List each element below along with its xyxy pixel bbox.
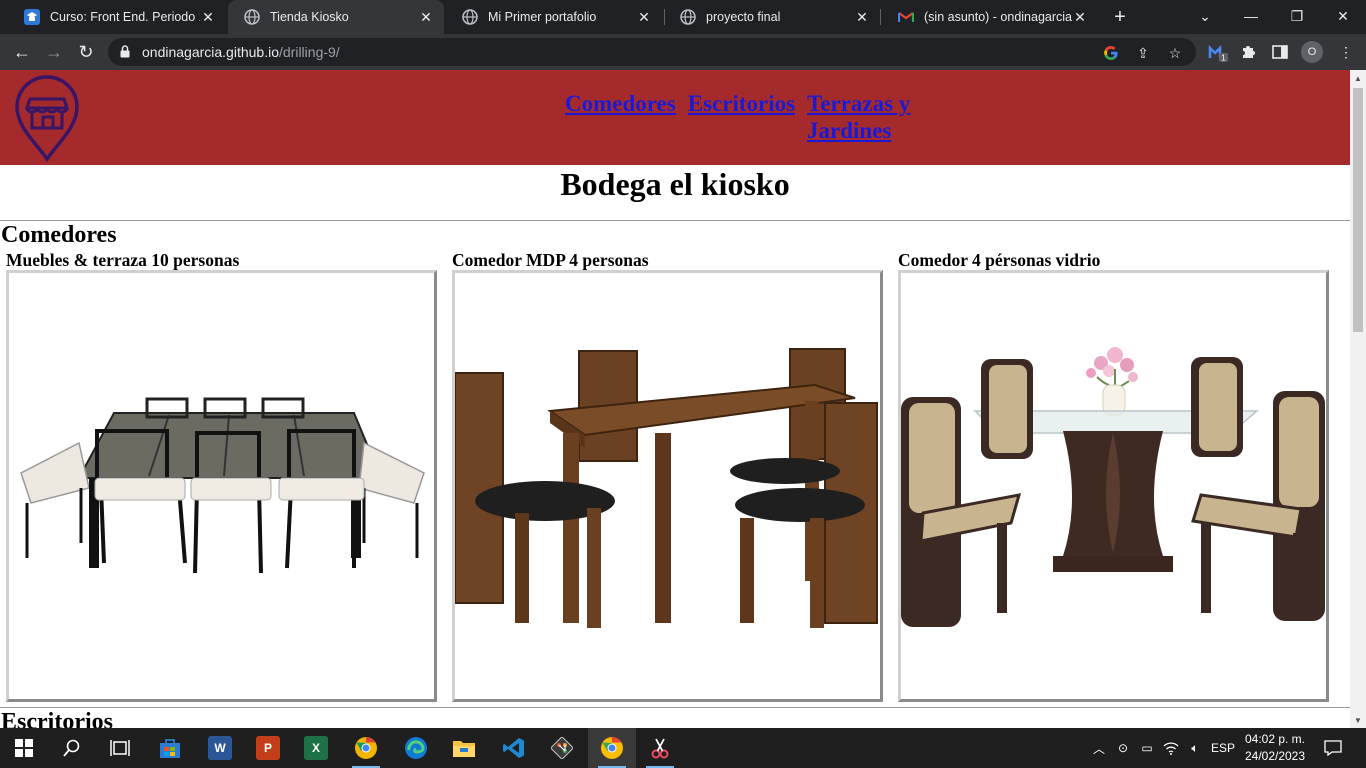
product-title: Comedor 4 pérsonas vidrio	[898, 250, 1101, 270]
reload-icon[interactable]: ↻	[72, 38, 100, 66]
restore-button[interactable]: ❐	[1274, 0, 1320, 32]
close-icon[interactable]: ✕	[636, 9, 652, 25]
globe-icon	[462, 9, 478, 25]
taskbar-clock[interactable]: 04:02 p. m. 24/02/2023	[1240, 731, 1310, 765]
profile-avatar[interactable]: O	[1301, 41, 1323, 63]
glass-dining-set-image	[901, 347, 1325, 627]
clock-time: 04:02 p. m.	[1244, 732, 1306, 746]
nav-link-line: Terrazas y	[807, 91, 911, 116]
minimize-button[interactable]: —	[1228, 0, 1274, 32]
wifi-icon[interactable]	[1160, 728, 1182, 768]
close-icon[interactable]: ✕	[854, 9, 870, 25]
volume-icon[interactable]: 🔈︎	[1184, 728, 1206, 768]
tab-portafolio[interactable]: Mi Primer portafolio ✕	[446, 0, 662, 34]
vscode-icon[interactable]	[490, 728, 538, 768]
back-arrow-icon[interactable]: ←	[8, 38, 36, 66]
lock-icon	[120, 45, 130, 58]
close-window-button[interactable]: ✕	[1320, 0, 1366, 32]
menu-kebab-icon[interactable]: ⋮	[1336, 42, 1356, 62]
product-title: Muebles & terraza 10 personas	[6, 250, 240, 270]
nav-link-line: Jardines	[807, 118, 892, 143]
meet-now-icon[interactable]: ⊙	[1112, 728, 1134, 768]
new-tab-button[interactable]: +	[1108, 5, 1132, 29]
microsoft-store-icon[interactable]	[146, 728, 194, 768]
show-hidden-icons-chevron-icon[interactable]: ︿	[1088, 728, 1110, 768]
git-icon[interactable]	[538, 728, 586, 768]
tab-course[interactable]: Curso: Front End. Periodo 1-2 ✕	[8, 0, 226, 34]
tab-gmail[interactable]: (sin asunto) - ondinagarcia78 ✕	[882, 0, 1098, 34]
powerpoint-icon[interactable]: P	[244, 728, 292, 768]
forward-arrow-icon[interactable]: →	[40, 38, 68, 66]
globe-icon	[244, 9, 260, 25]
gmail-icon	[898, 9, 914, 25]
extensions-puzzle-icon[interactable]	[1238, 42, 1258, 62]
windows-taskbar: W P X ︿ ⊙ ▭ 🔈︎ ESP 04:02 p. m. 24/02/202…	[0, 728, 1366, 768]
url-path: /drilling-9/	[279, 44, 340, 60]
scroll-up-arrow-icon[interactable]: ▲	[1350, 70, 1366, 86]
google-icon[interactable]	[1102, 44, 1120, 62]
tab-proyecto-final[interactable]: proyecto final ✕	[664, 0, 880, 34]
tab-title: proyecto final	[706, 10, 781, 24]
tab-title: Tienda Kiosko	[270, 10, 349, 24]
tab-search-icon[interactable]: ⌄	[1182, 0, 1228, 32]
divider	[0, 707, 1350, 708]
section-title-comedores: Comedores	[1, 222, 117, 248]
product-image-patio-dining-set[interactable]	[6, 270, 437, 702]
product-image-wood-dining-set[interactable]	[452, 270, 883, 702]
nav-link-terrazas-jardines[interactable]: Terrazas y Jardines	[807, 90, 925, 144]
snipping-tool-icon[interactable]	[636, 728, 684, 768]
section-title-escritorios: Escritorios	[1, 709, 113, 728]
store-location-logo-icon[interactable]	[14, 75, 80, 163]
word-icon[interactable]: W	[196, 728, 244, 768]
site-header: Comedores Escritorios Terrazas y Jardines	[0, 70, 1350, 165]
product-title: Comedor MDP 4 personas	[452, 250, 649, 270]
tab-title: Mi Primer portafolio	[488, 10, 597, 24]
main-nav: Comedores Escritorios Terrazas y Jardines	[565, 90, 925, 144]
side-panel-icon[interactable]	[1270, 42, 1290, 62]
share-icon[interactable]: ⇪	[1134, 44, 1152, 62]
browser-toolbar: ← → ↻ ondinagarcia.github.io/drilling-9/…	[0, 34, 1366, 70]
close-icon[interactable]: ✕	[418, 9, 434, 25]
bookmark-star-icon[interactable]: ☆	[1166, 44, 1184, 62]
close-icon[interactable]: ✕	[200, 9, 216, 25]
address-bar[interactable]: ondinagarcia.github.io/drilling-9/ ⇪ ☆	[108, 38, 1196, 66]
close-icon[interactable]: ✕	[1072, 9, 1088, 25]
extension-badge: 1	[1221, 54, 1226, 63]
page-title: Bodega el kiosko	[560, 166, 790, 202]
input-language-indicator[interactable]: ESP	[1208, 728, 1238, 768]
nav-link-escritorios[interactable]: Escritorios	[688, 90, 795, 144]
product-image-glass-dining-set[interactable]	[898, 270, 1329, 702]
course-icon	[24, 9, 40, 25]
patio-dining-set-image	[20, 397, 425, 574]
notifications-icon[interactable]	[1318, 728, 1348, 768]
extension-m-icon[interactable]: 1	[1208, 42, 1228, 62]
tab-title: (sin asunto) - ondinagarcia78	[924, 10, 1072, 24]
tab-separator	[880, 9, 881, 25]
scrollbar-thumb[interactable]	[1353, 88, 1363, 332]
tab-title: Curso: Front End. Periodo 1-2	[50, 10, 200, 24]
battery-icon[interactable]: ▭	[1136, 728, 1158, 768]
tab-strip: Curso: Front End. Periodo 1-2 ✕ Tienda K…	[0, 0, 1366, 34]
tab-tienda-kiosko[interactable]: Tienda Kiosko ✕	[228, 0, 444, 34]
divider	[0, 220, 1350, 221]
clock-date: 24/02/2023	[1244, 749, 1306, 763]
task-view-icon[interactable]	[96, 728, 144, 768]
search-icon[interactable]	[48, 728, 96, 768]
url-host: ondinagarcia.github.io	[142, 44, 279, 60]
chrome-canary-icon[interactable]	[342, 728, 390, 768]
vertical-scrollbar[interactable]: ▲ ▼	[1350, 70, 1366, 728]
wood-dining-set-image	[455, 348, 878, 628]
chrome-icon[interactable]	[588, 728, 636, 768]
file-explorer-icon[interactable]	[440, 728, 488, 768]
scroll-down-arrow-icon[interactable]: ▼	[1350, 712, 1366, 728]
nav-link-comedores[interactable]: Comedores	[565, 90, 676, 144]
excel-icon[interactable]: X	[292, 728, 340, 768]
edge-icon[interactable]	[392, 728, 440, 768]
globe-icon	[680, 9, 696, 25]
windows-start-icon[interactable]	[0, 728, 48, 768]
page-viewport: Comedores Escritorios Terrazas y Jardines…	[0, 70, 1366, 728]
